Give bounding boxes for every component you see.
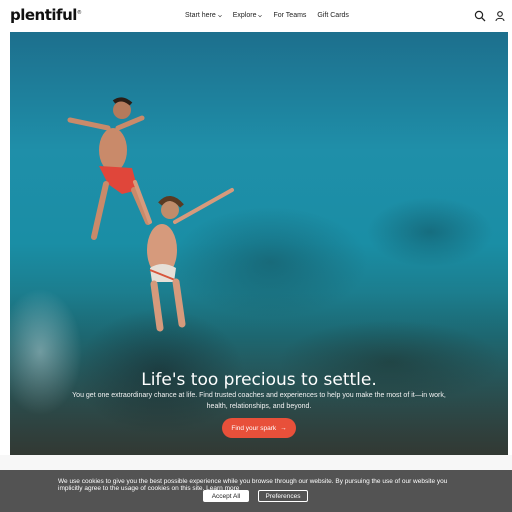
arrow-right-icon: → bbox=[280, 424, 287, 432]
nav-start-here[interactable]: Start here bbox=[185, 12, 222, 19]
header-icons bbox=[474, 9, 506, 22]
nav-label: Start here bbox=[185, 12, 216, 19]
nav-label: For Teams bbox=[273, 12, 307, 19]
user-icon[interactable] bbox=[494, 9, 506, 22]
nav-label: Gift Cards bbox=[317, 12, 349, 19]
main-nav: Start here Explore For Teams Gift Cards bbox=[185, 12, 349, 19]
hero-title: Life's too precious to settle. bbox=[141, 370, 377, 390]
preferences-button[interactable]: Preferences bbox=[258, 490, 308, 502]
hero-banner: Life's too precious to settle. You get o… bbox=[10, 32, 508, 455]
cookie-text: We use cookies to give you the best poss… bbox=[58, 478, 448, 492]
hero-subtitle: You get one extraordinary chance at life… bbox=[72, 392, 446, 410]
accept-all-button[interactable]: Accept All bbox=[203, 490, 249, 502]
site-header: plentiful® Start here Explore For Teams … bbox=[0, 0, 512, 32]
nav-label: Explore bbox=[232, 12, 257, 19]
cta-label: Find your spark bbox=[231, 424, 277, 432]
nav-for-teams[interactable]: For Teams bbox=[273, 12, 306, 19]
man-figure bbox=[67, 97, 151, 240]
nav-gift-cards[interactable]: Gift Cards bbox=[317, 12, 349, 19]
nav-explore[interactable]: Explore bbox=[233, 12, 263, 19]
logo[interactable]: plentiful® bbox=[10, 6, 82, 24]
find-your-spark-button[interactable]: Find your spark → bbox=[222, 418, 296, 438]
chevron-down-icon bbox=[258, 14, 263, 17]
chevron-down-icon bbox=[217, 14, 222, 17]
search-icon[interactable] bbox=[474, 9, 486, 22]
woman-figure bbox=[133, 180, 234, 332]
